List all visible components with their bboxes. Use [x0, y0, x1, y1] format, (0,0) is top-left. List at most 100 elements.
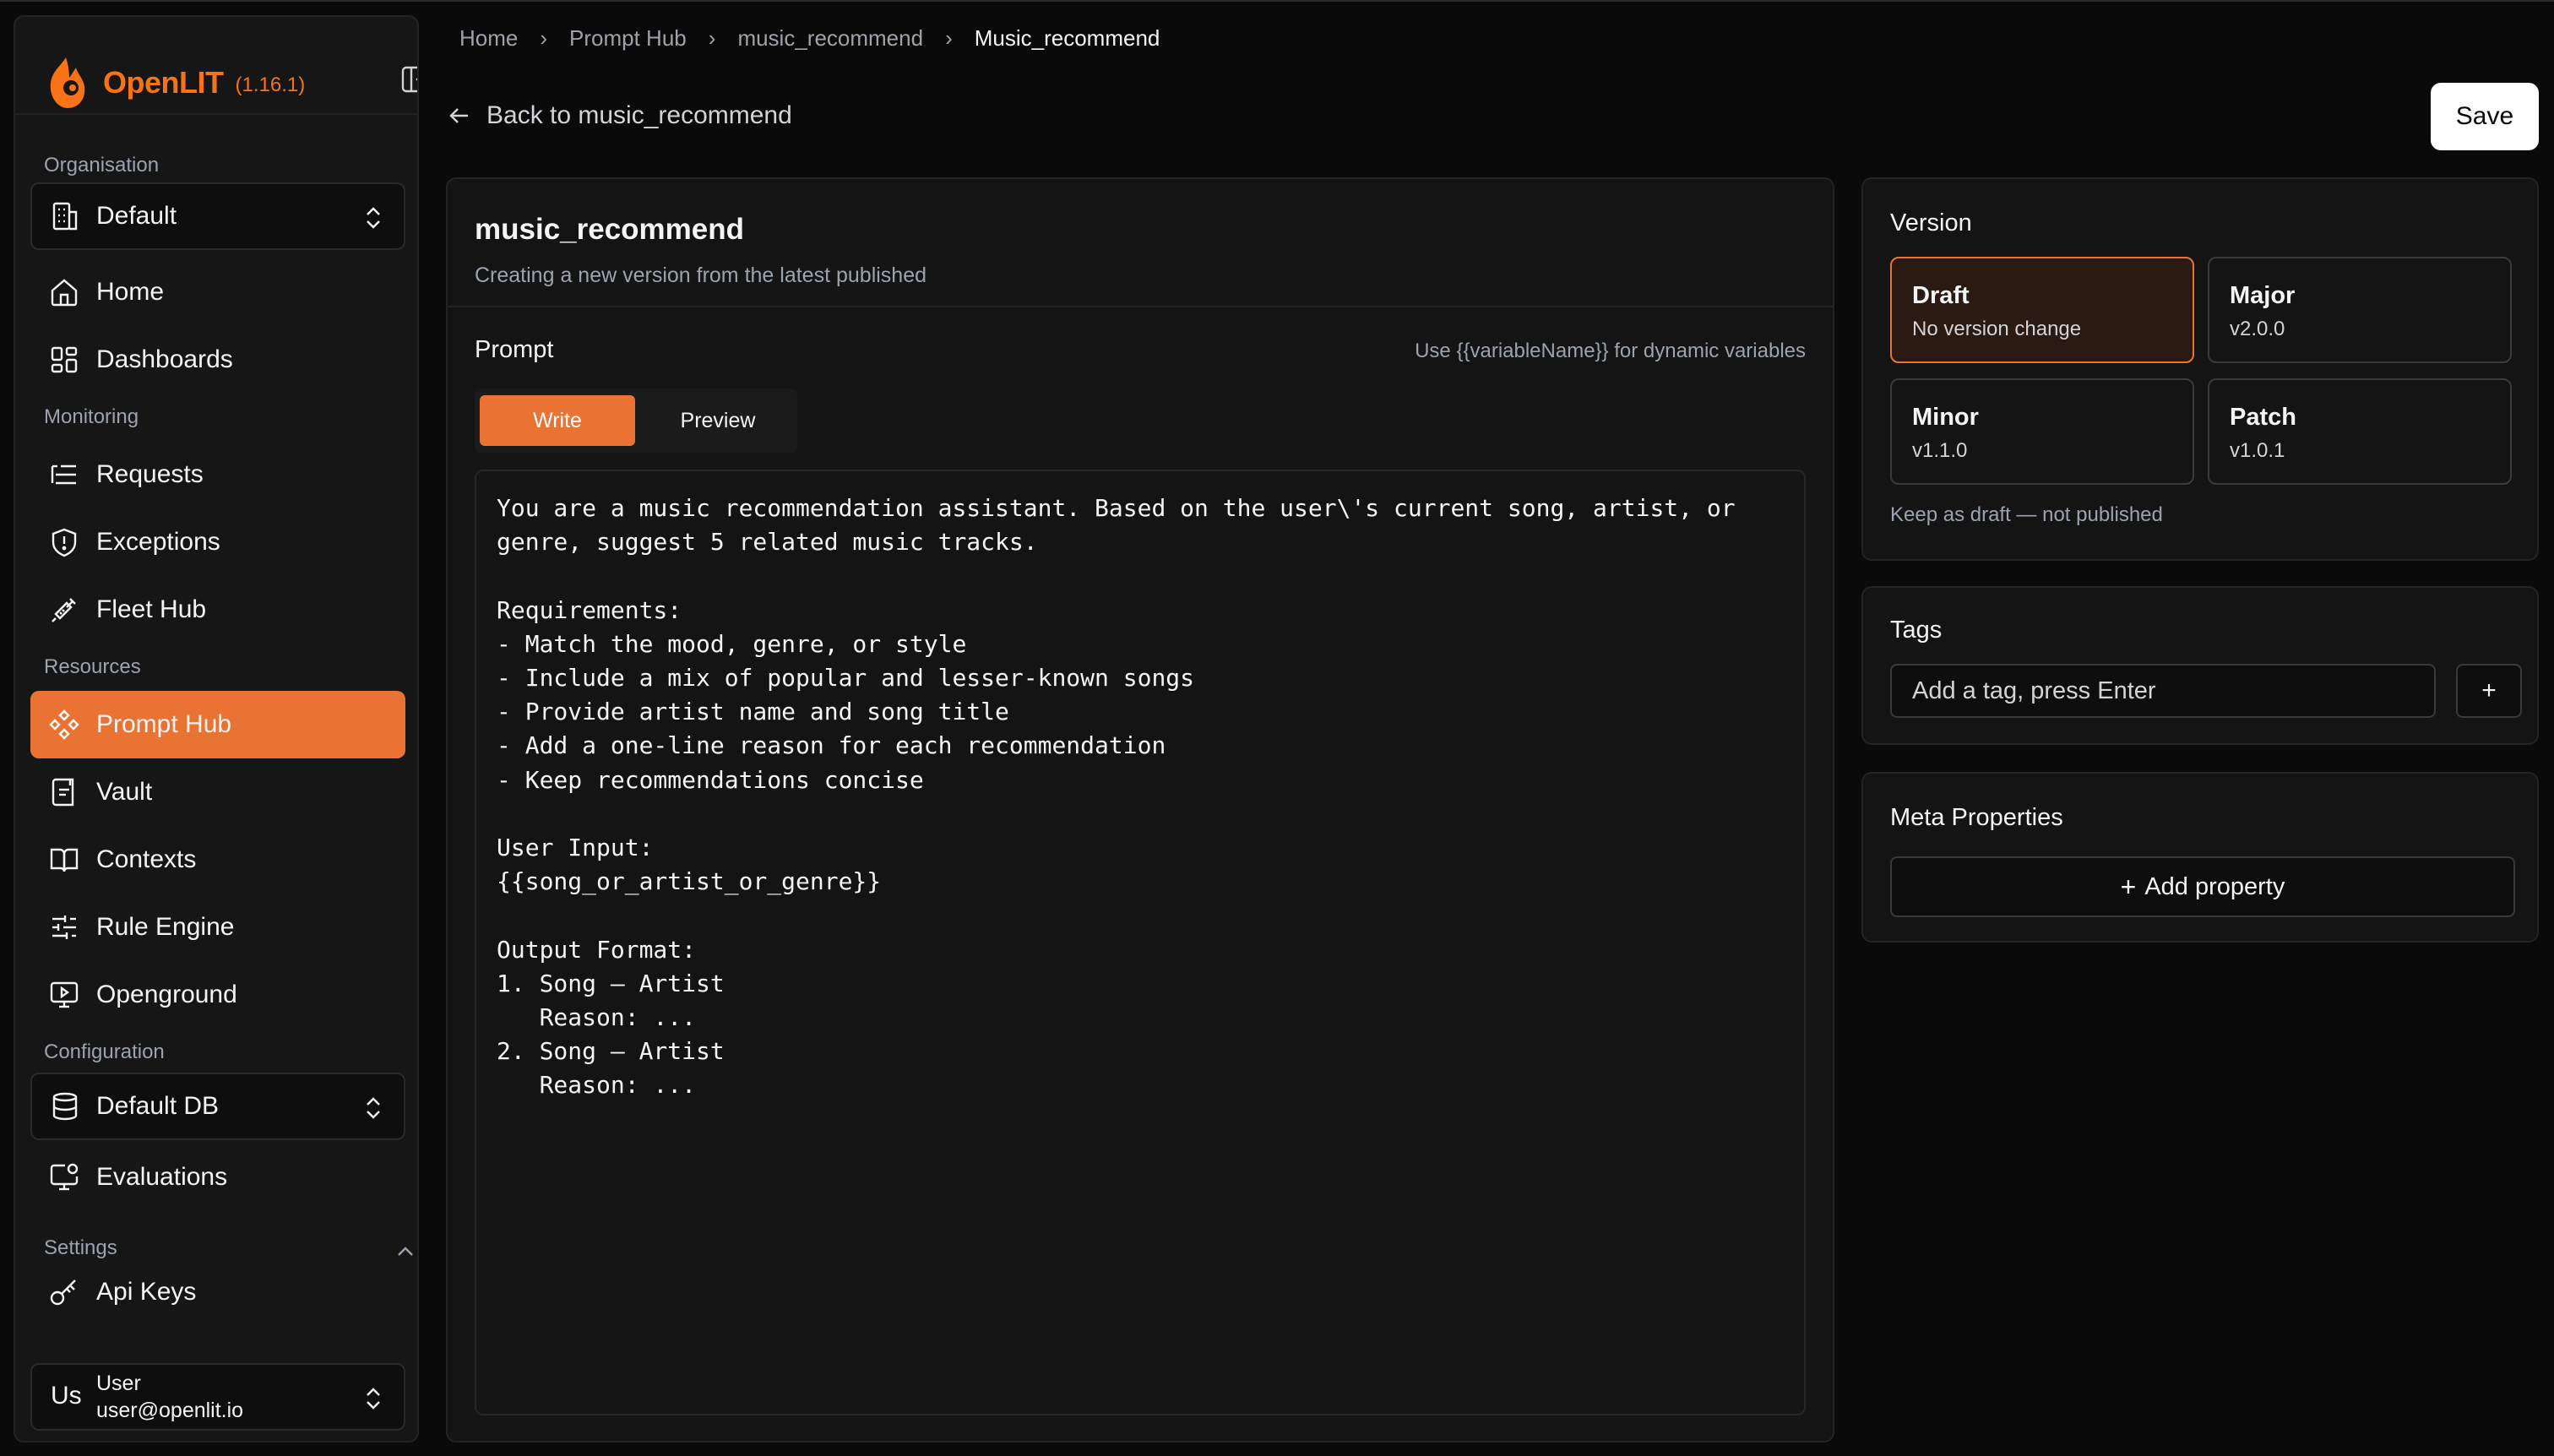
back-link-label: Back to music_recommend [486, 101, 792, 129]
book-open-icon [50, 848, 79, 872]
sidebar: OpenLIT (1.16.1) Organisation Default Ho… [14, 15, 419, 1442]
sidebar-item-api-keys[interactable]: Api Keys [30, 1258, 405, 1326]
tab-write[interactable]: Write [480, 395, 635, 446]
tab-preview[interactable]: Preview [644, 395, 792, 446]
organisation-select-value: Default [96, 202, 177, 230]
brand[interactable]: OpenLIT (1.16.1) [41, 41, 305, 125]
dashboard-icon [51, 346, 78, 373]
organisation-select[interactable]: Default [30, 182, 405, 250]
breadcrumb-current: Music_recommend [974, 25, 1160, 51]
section-label-configuration: Configuration [44, 1040, 165, 1063]
sidebar-item-dashboards[interactable]: Dashboards [30, 326, 405, 394]
section-label-monitoring: Monitoring [44, 405, 139, 428]
section-label-organisation: Organisation [44, 154, 160, 177]
sidebar-item-openground[interactable]: Openground [30, 961, 405, 1029]
version-option-sub: v1.0.1 [2230, 439, 2285, 462]
version-option-title: Major [2230, 282, 2296, 309]
version-option-major[interactable]: Major v2.0.0 [2208, 257, 2512, 363]
sidebar-item-label: Api Keys [96, 1278, 197, 1306]
sidebar-item-label: Contexts [96, 845, 197, 873]
tag-input[interactable] [1890, 664, 2436, 718]
collapse-sidebar-button[interactable] [400, 64, 417, 95]
monitor-check-icon [50, 1163, 79, 1191]
version-option-patch[interactable]: Patch v1.0.1 [2208, 378, 2512, 485]
sidebar-item-label: Evaluations [96, 1163, 228, 1191]
back-link[interactable]: Back to music_recommend [448, 101, 792, 130]
sidebar-item-label: Requests [96, 460, 204, 488]
monitor-play-icon [50, 981, 79, 1008]
breadcrumb-prompt[interactable]: music_recommend [737, 25, 923, 52]
editor-tabs: Write Preview [475, 388, 797, 453]
chevrons-up-down-icon [367, 1388, 380, 1410]
user-menu[interactable]: Us User user@openlit.io [30, 1363, 405, 1431]
meta-properties-card: Meta Properties + Add property [1861, 772, 2539, 943]
list-icon [51, 465, 76, 485]
sidebar-item-label: Vault [96, 778, 153, 806]
vault-icon [52, 778, 74, 807]
prompt-label: Prompt [475, 336, 554, 363]
sidebar-item-requests[interactable]: Requests [30, 441, 405, 508]
version-option-title: Draft [1912, 282, 1970, 309]
version-option-minor[interactable]: Minor v1.1.0 [1890, 378, 2194, 485]
add-tag-button[interactable]: + [2456, 664, 2522, 718]
sidebar-item-vault[interactable]: Vault [30, 758, 405, 826]
brand-divider [15, 113, 417, 115]
sidebar-item-label: Exceptions [96, 528, 220, 556]
breadcrumb: Home › Prompt Hub › music_recommend › Mu… [459, 25, 1160, 52]
avatar: Us [51, 1382, 82, 1410]
sidebar-item-label: Openground [96, 981, 237, 1008]
sliders-icon [52, 915, 76, 939]
chevrons-up-down-icon [367, 207, 380, 229]
prompt-title: music_recommend [475, 213, 745, 246]
database-select[interactable]: Default DB [30, 1073, 405, 1140]
version-option-sub: No version change [1912, 318, 2082, 340]
breadcrumb-home[interactable]: Home [459, 25, 518, 52]
version-option-sub: v1.1.0 [1912, 439, 1968, 462]
top-border [0, 0, 2554, 2]
chevrons-up-down-icon [367, 1097, 380, 1119]
prompt-hint: Use {{variableName}} for dynamic variabl… [1415, 340, 1806, 362]
chevron-right-icon: › [540, 25, 548, 51]
sidebar-item-exceptions[interactable]: Exceptions [30, 508, 405, 576]
breadcrumb-prompt-hub[interactable]: Prompt Hub [569, 25, 687, 52]
prompt-subtitle: Creating a new version from the latest p… [475, 263, 927, 287]
version-option-draft[interactable]: Draft No version change [1890, 257, 2194, 363]
sidebar-item-label: Fleet Hub [96, 595, 207, 623]
sidebar-item-prompt-hub[interactable]: Prompt Hub [30, 691, 405, 758]
arrow-left-icon [449, 108, 468, 123]
sidebar-item-evaluations[interactable]: Evaluations [30, 1144, 405, 1211]
building-icon [52, 202, 78, 231]
tags-card: Tags + [1861, 586, 2539, 745]
version-title: Version [1890, 209, 1972, 236]
sidebar-item-fleet-hub[interactable]: Fleet Hub [30, 576, 405, 644]
key-icon [50, 1279, 76, 1306]
version-note: Keep as draft — not published [1890, 503, 2163, 526]
syringe-icon [52, 598, 76, 622]
component-icon [49, 709, 79, 740]
prompt-textarea[interactable]: You are a music recommendation assistant… [475, 470, 1806, 1415]
chevron-right-icon: › [708, 25, 716, 51]
section-label-settings: Settings [44, 1236, 117, 1259]
tags-title: Tags [1890, 617, 1943, 644]
sidebar-item-contexts[interactable]: Contexts [30, 826, 405, 894]
brand-version: (1.16.1) [235, 73, 306, 96]
sidebar-item-home[interactable]: Home [30, 258, 405, 326]
editor-divider [448, 306, 1833, 307]
sidebar-item-label: Prompt Hub [96, 710, 232, 738]
version-card: Version Draft No version change Major v2… [1861, 177, 2539, 561]
sidebar-item-label: Rule Engine [96, 913, 235, 941]
version-option-title: Patch [2230, 404, 2296, 431]
home-icon [51, 279, 78, 307]
sidebar-collapse-icon [401, 66, 417, 93]
prompt-editor-card: music_recommend Creating a new version f… [446, 177, 1834, 1442]
save-button[interactable]: Save [2431, 83, 2539, 150]
sidebar-item-label: Home [96, 278, 165, 306]
chevron-right-icon: › [945, 25, 953, 51]
add-property-button[interactable]: + Add property [1890, 856, 2515, 917]
user-email: user@openlit.io [96, 1399, 244, 1422]
version-option-sub: v2.0.0 [2230, 318, 2285, 340]
shield-alert-icon [52, 528, 77, 557]
sidebar-item-rule-engine[interactable]: Rule Engine [30, 894, 405, 961]
app-root: OpenLIT (1.16.1) Organisation Default Ho… [0, 0, 2554, 1456]
user-name: User [96, 1372, 141, 1395]
